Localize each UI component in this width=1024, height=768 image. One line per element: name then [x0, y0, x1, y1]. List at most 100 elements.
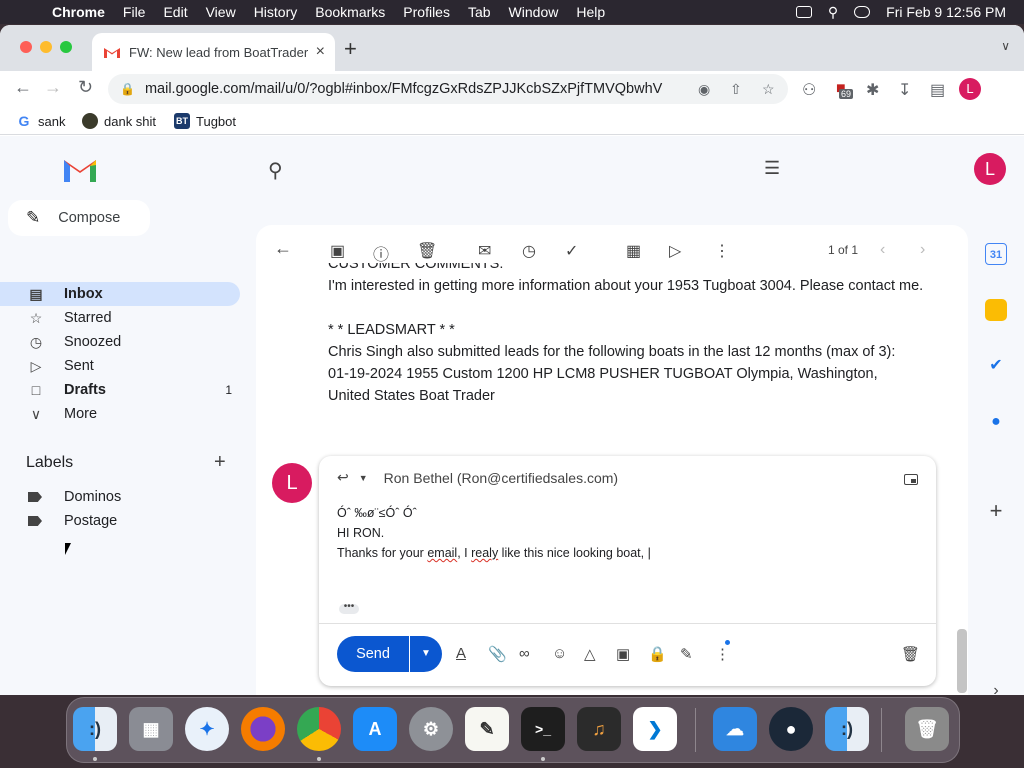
chrome-icon[interactable]	[297, 707, 341, 751]
snooze-icon[interactable]: ◷	[522, 241, 536, 261]
control-center-icon[interactable]	[854, 6, 871, 18]
spotlight-search-icon[interactable]: ⚲	[828, 4, 838, 21]
search-input[interactable]	[300, 159, 304, 175]
menu-profiles[interactable]: Profiles	[403, 4, 450, 20]
add-label-icon[interactable]: +	[214, 451, 226, 474]
nav-sent[interactable]: ▷ Sent	[0, 354, 240, 378]
trash-icon[interactable]: 🗑	[905, 707, 949, 751]
nav-drafts[interactable]: □ Drafts 1	[0, 378, 240, 402]
contacts-icon[interactable]: ●	[985, 411, 1007, 433]
compose-button[interactable]: ✎ Compose	[8, 200, 150, 236]
mark-unread-icon[interactable]: ✉	[478, 241, 491, 261]
discard-draft-icon[interactable]: 🗑	[901, 645, 920, 663]
search-icon[interactable]: ⚲	[268, 158, 283, 183]
nav-more[interactable]: ∨ More	[0, 402, 240, 426]
insert-photo-icon[interactable]: ▣	[616, 645, 630, 663]
finder-icon[interactable]: :)	[73, 707, 117, 751]
delete-icon[interactable]: 🗑	[417, 241, 437, 261]
add-to-tasks-icon[interactable]: ✓	[565, 241, 578, 261]
nav-snoozed[interactable]: ◷ Snoozed	[0, 330, 240, 354]
tracking-protection-icon[interactable]: ◉	[698, 81, 710, 98]
labels-icon[interactable]: ▷	[669, 241, 681, 261]
system-settings-icon[interactable]: ⚙	[409, 707, 453, 751]
label-dominos[interactable]: Dominos	[0, 487, 240, 509]
newer-chevron-icon[interactable]: ‹	[880, 241, 885, 259]
screen-mirroring-icon[interactable]	[795, 6, 812, 18]
calendar-icon[interactable]: 31	[985, 243, 1007, 265]
address-bar[interactable]: 🔒 mail.google.com/mail/u/0/?ogbl#inbox/F…	[108, 74, 788, 104]
menu-edit[interactable]: Edit	[163, 4, 187, 20]
insert-drive-icon[interactable]: △	[584, 645, 596, 663]
insert-signature-icon[interactable]: ✎	[680, 645, 693, 663]
launchpad-icon[interactable]: ▦	[129, 707, 173, 751]
vscode-icon[interactable]: ❯	[633, 707, 677, 751]
url-text[interactable]: mail.google.com/mail/u/0/?ogbl#inbox/FMf…	[145, 81, 685, 97]
finder-window-icon[interactable]: :)	[825, 707, 869, 751]
menu-tab[interactable]: Tab	[468, 4, 491, 20]
keep-icon[interactable]	[985, 299, 1007, 321]
menu-app-name[interactable]: Chrome	[52, 4, 105, 20]
reply-type-dropdown-icon[interactable]: ▼	[359, 473, 368, 483]
side-panel-icon[interactable]: ▤	[930, 80, 945, 100]
menu-help[interactable]: Help	[576, 4, 605, 20]
forward-icon[interactable]: →	[44, 77, 62, 98]
move-to-icon[interactable]: ▦	[626, 241, 641, 261]
search-options-icon[interactable]: ☰	[764, 158, 780, 179]
terminal-icon[interactable]: >_	[521, 707, 565, 751]
menu-history[interactable]: History	[254, 4, 298, 20]
scrollbar-thumb[interactable]	[957, 629, 967, 693]
older-chevron-icon[interactable]: ›	[920, 241, 925, 259]
reply-body-line[interactable]: Thanks for your email, I realy like this…	[337, 546, 651, 560]
bookmark-sank[interactable]: G sank	[16, 113, 65, 129]
reply-recipient[interactable]: Ron Bethel (Ron@certifiedsales.com)	[384, 470, 618, 486]
reply-composer[interactable]: ↩ ▼ Ron Bethel (Ron@certifiedsales.com) …	[319, 456, 936, 686]
confidential-mode-icon[interactable]: 🔒	[648, 645, 667, 663]
insert-link-icon[interactable]: ∞	[519, 645, 530, 662]
menu-bookmarks[interactable]: Bookmarks	[315, 4, 385, 20]
reply-icon[interactable]: ↩	[337, 469, 349, 486]
minimize-window-button[interactable]	[40, 41, 52, 53]
insert-emoji-icon[interactable]: ☺	[552, 645, 567, 662]
reply-body-line[interactable]: Óˆ ‰ø¨≤Óˆ Óˆ	[337, 506, 417, 520]
menu-view[interactable]: View	[206, 4, 236, 20]
new-tab-button[interactable]: +	[344, 36, 357, 62]
extension-person-icon[interactable]: ⚇	[802, 80, 816, 100]
nav-starred[interactable]: ☆ Starred	[0, 306, 240, 330]
misspelled-word[interactable]: realy	[471, 546, 498, 560]
menu-file[interactable]: File	[123, 4, 146, 20]
archive-icon[interactable]: ▣	[330, 241, 345, 261]
reply-body-line[interactable]: HI RON.	[337, 526, 384, 540]
app-store-icon[interactable]: A	[353, 707, 397, 751]
share-icon[interactable]: ⇧	[730, 81, 742, 98]
browser-tab-gmail[interactable]: FW: New lead from BoatTrader ×	[92, 33, 335, 71]
steam-icon[interactable]: ●	[769, 707, 813, 751]
formatting-options-icon[interactable]: A	[456, 645, 466, 662]
more-options-icon[interactable]: ⋮	[714, 241, 730, 261]
bookmark-dank-shit[interactable]: dank shit	[82, 113, 156, 129]
textedit-icon[interactable]: ✎	[465, 707, 509, 751]
fullscreen-window-button[interactable]	[60, 41, 72, 53]
more-options-icon[interactable]: ⋮	[715, 645, 730, 663]
pop-out-reply-icon[interactable]	[904, 474, 918, 485]
account-avatar[interactable]: L	[974, 153, 1006, 185]
tab-search-chevron-icon[interactable]: ∨	[1001, 39, 1010, 53]
close-tab-icon[interactable]: ×	[316, 43, 325, 61]
misspelled-word[interactable]: email	[427, 546, 457, 560]
profile-avatar[interactable]: L	[959, 78, 981, 100]
send-options-button[interactable]: ▼	[410, 636, 442, 672]
menu-window[interactable]: Window	[509, 4, 559, 20]
safari-icon[interactable]: ✦	[185, 707, 229, 751]
garageband-icon[interactable]: ♫	[577, 707, 621, 751]
back-icon[interactable]: ←	[14, 77, 32, 98]
tasks-icon[interactable]: ✔	[985, 355, 1007, 377]
back-to-inbox-icon[interactable]: ←	[274, 238, 292, 259]
reload-icon[interactable]: ↻	[78, 77, 93, 98]
weather-icon[interactable]: ☁	[713, 707, 757, 751]
get-addons-icon[interactable]: +	[985, 500, 1007, 522]
attach-file-icon[interactable]: 📎	[488, 645, 507, 663]
menu-clock[interactable]: Fri Feb 9 12:56 PM	[886, 4, 1006, 20]
send-button[interactable]: Send	[337, 636, 409, 672]
bookmark-tugbot[interactable]: BT Tugbot	[174, 113, 236, 129]
gmail-logo-icon[interactable]	[62, 156, 98, 182]
extensions-puzzle-icon[interactable]: ✱	[866, 80, 879, 100]
